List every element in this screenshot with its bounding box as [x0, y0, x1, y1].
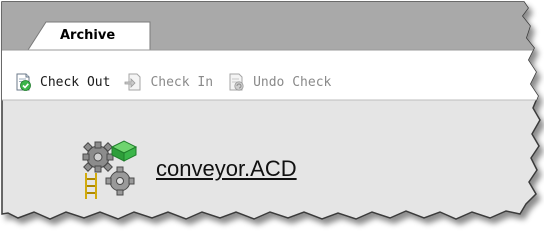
tab-archive-label: Archive: [60, 28, 116, 43]
archive-toolbar: Check Out Check In Undo Check: [14, 62, 345, 102]
archive-panel-screenshot: Archive Check Out Check In Undo Check co…: [0, 0, 544, 244]
check-in-label: Check In: [150, 74, 214, 90]
undo-check-button[interactable]: Undo Check: [227, 73, 331, 91]
check-out-icon: [16, 73, 31, 91]
file-name-link[interactable]: conveyor.ACD: [156, 156, 297, 182]
undo-check-label: Undo Check: [253, 74, 332, 90]
undo-check-icon: [229, 73, 244, 91]
file-list-item: conveyor.ACD: [78, 137, 297, 201]
check-out-label: Check Out: [40, 74, 111, 90]
check-in-icon: [125, 73, 141, 91]
check-in-button[interactable]: Check In: [124, 73, 213, 91]
tab-archive[interactable]: Archive: [48, 22, 127, 50]
check-out-button[interactable]: Check Out: [14, 73, 110, 91]
acd-project-file-icon[interactable]: [78, 137, 142, 201]
